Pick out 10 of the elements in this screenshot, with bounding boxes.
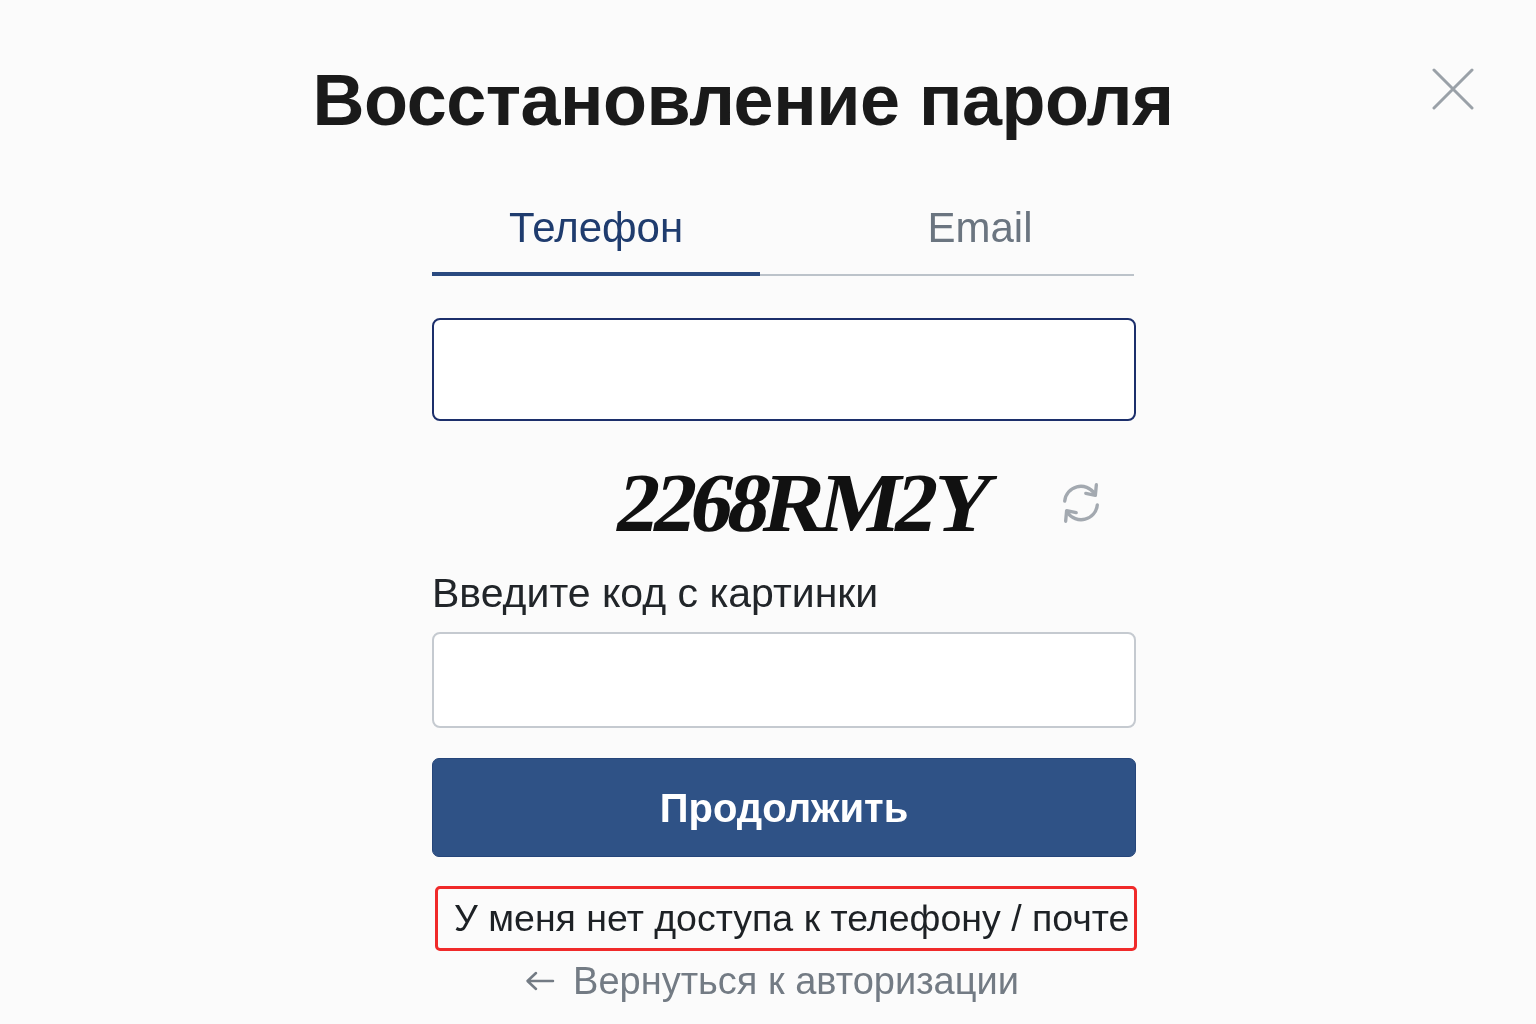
field-label: Введите код с картинки <box>432 571 879 615</box>
continue-button[interactable]: Продолжить <box>432 758 1136 857</box>
no-access-link[interactable]: У меня нет доступа к телефону / почте <box>435 886 1137 951</box>
close-icon[interactable] <box>1432 68 1474 110</box>
dialog-title: Восстановление пароля <box>312 59 1174 142</box>
tab[interactable]: Email <box>760 200 1134 276</box>
tab[interactable]: Телефон <box>432 200 760 276</box>
arrow-left-icon <box>525 970 556 992</box>
back-link[interactable]: Вернуться к авторизации <box>573 959 1019 1003</box>
input-field[interactable] <box>432 318 1136 421</box>
